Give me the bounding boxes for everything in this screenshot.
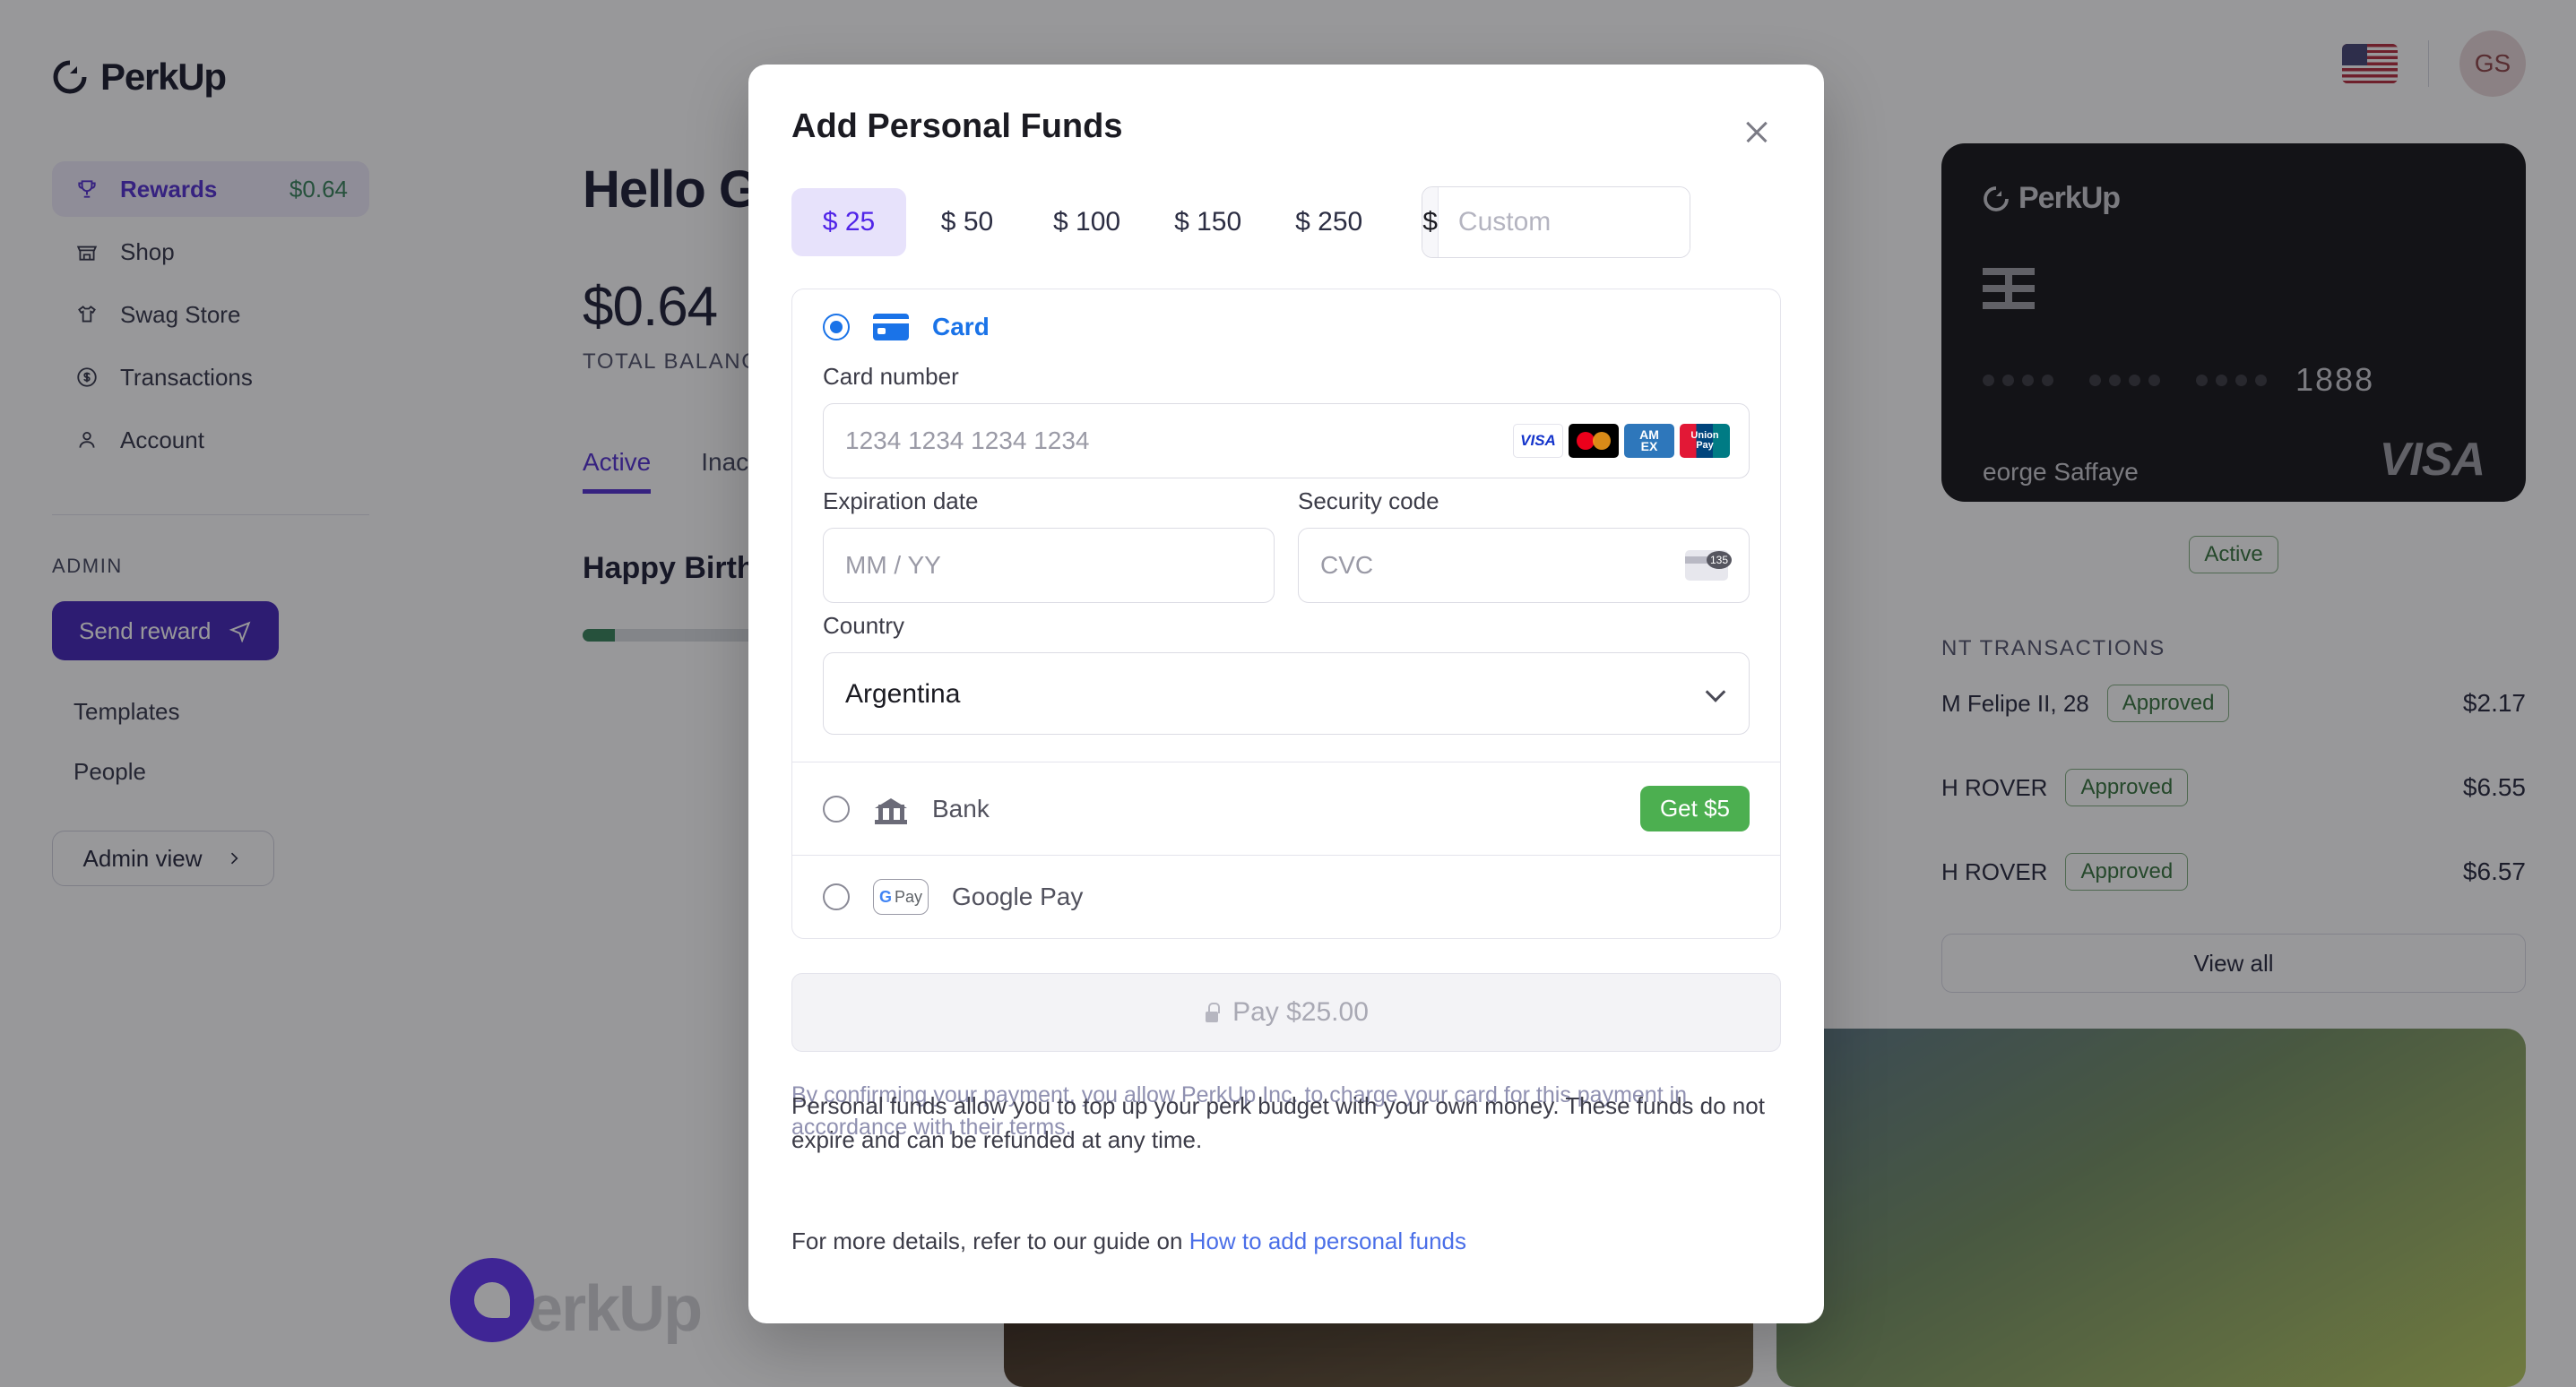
visa-icon: VISA (1513, 424, 1563, 458)
country-label: Country (823, 612, 905, 639)
amount-chip-150[interactable]: $ 150 (1149, 188, 1266, 256)
mastercard-icon (1569, 424, 1619, 458)
accepted-brands: VISA AM EX Union Pay (1513, 424, 1730, 458)
app-root: PerkUp Rewards $0.64 Shop Swag Store Tra… (0, 0, 2576, 1387)
expiry-cvc-row: Expiration date Security code (823, 478, 1750, 603)
amount-selector: $ 25 $ 50 $ 100 $ 150 $ 250 $ (791, 186, 1781, 258)
cvc-input[interactable] (1298, 528, 1750, 603)
payment-methods-panel: Card Card number VISA AMEX UnionPay Expi… (791, 289, 1781, 939)
expiry-group: Expiration date (823, 478, 1275, 603)
radio-card[interactable] (823, 314, 850, 340)
add-personal-funds-modal: Add Personal Funds $ 25 $ 50 $ 100 $ 150… (748, 65, 1824, 1323)
modal-header: Add Personal Funds (791, 108, 1781, 156)
guide-prefix: For more details, refer to our guide on (791, 1228, 1183, 1254)
expiry-input[interactable] (823, 528, 1275, 603)
country-select[interactable]: Argentina (823, 652, 1750, 735)
custom-amount-input[interactable] (1438, 187, 1690, 257)
radio-google-pay[interactable] (823, 883, 850, 910)
payment-method-card[interactable]: Card (792, 289, 1780, 354)
credit-card-icon (873, 314, 909, 340)
payment-method-label: Card (932, 313, 990, 340)
pay-button[interactable]: Pay $25.00 (791, 973, 1781, 1052)
lock-icon (1204, 1003, 1220, 1022)
bank-bonus-badge: Get $5 (1639, 786, 1750, 831)
personal-funds-legal-text: Personal funds allow you to top up your … (791, 1092, 1765, 1153)
bank-icon (873, 794, 909, 824)
card-number-group: VISA AMEX UnionPay (823, 403, 1750, 478)
card-form: Card number VISA AMEX UnionPay Expiratio… (792, 363, 1780, 762)
payment-method-label: Bank (932, 794, 990, 823)
amount-chip-25[interactable]: $ 25 (791, 188, 906, 256)
cvc-group: Security code (1298, 478, 1750, 603)
amex-icon: AM EX (1624, 424, 1674, 458)
payment-method-label: Google Pay (952, 883, 1084, 910)
modal-title: Add Personal Funds (791, 108, 1123, 145)
cvc-hint-icon (1685, 550, 1732, 581)
close-icon[interactable] (1733, 108, 1781, 156)
expiry-label: Expiration date (823, 487, 979, 514)
currency-prefix: $ (1422, 187, 1439, 257)
google-pay-icon: G Pay (873, 879, 929, 915)
cvc-input-wrap (1298, 528, 1750, 603)
pay-button-label: Pay $25.00 (1232, 997, 1369, 1027)
card-number-label: Card number (823, 363, 959, 390)
guide-line: For more details, refer to our guide on … (791, 1228, 1781, 1255)
payment-method-bank[interactable]: Bank Get $5 (792, 762, 1780, 855)
custom-amount-group: $ (1422, 186, 1691, 258)
cvc-label: Security code (1298, 487, 1439, 514)
amount-chip-100[interactable]: $ 100 (1028, 188, 1145, 256)
radio-bank[interactable] (823, 795, 850, 823)
amount-chip-50[interactable]: $ 50 (910, 188, 1024, 256)
amount-chip-250[interactable]: $ 250 (1270, 188, 1387, 256)
payment-method-google-pay[interactable]: G Pay Google Pay (792, 856, 1780, 938)
guide-link[interactable]: How to add personal funds (1189, 1228, 1466, 1254)
legal-text-stack: By confirming your payment, you allow Pe… (791, 1079, 1781, 1186)
unionpay-icon: Union Pay (1680, 424, 1730, 458)
country-group: Argentina (823, 652, 1750, 735)
